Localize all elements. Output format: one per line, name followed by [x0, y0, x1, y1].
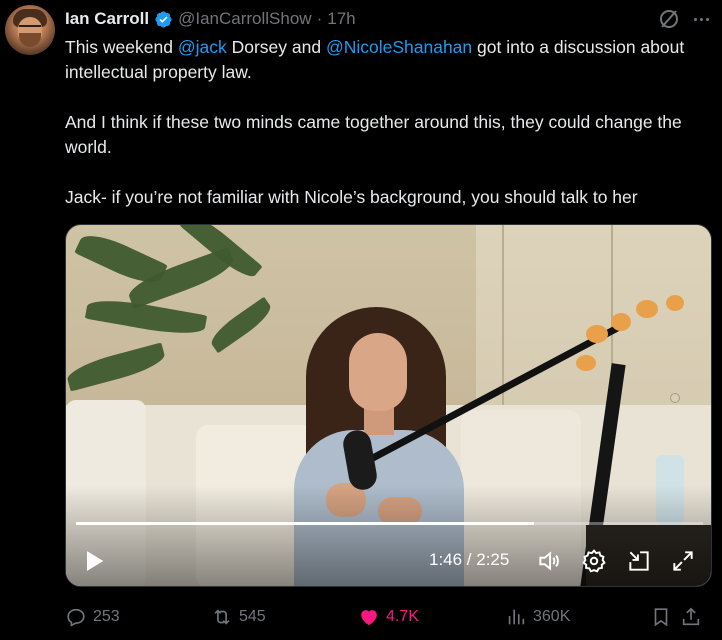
mention-link[interactable]: @NicoleShanahan	[326, 37, 472, 57]
verified-badge-icon[interactable]	[154, 10, 173, 29]
author-name[interactable]: Ian Carroll	[65, 9, 149, 29]
like-icon	[361, 610, 377, 626]
play-icon[interactable]	[80, 547, 108, 575]
mention-link[interactable]: @jack	[178, 37, 227, 57]
video-progress-fill	[76, 522, 534, 525]
more-icon[interactable]	[689, 8, 713, 30]
views-count: 360K	[533, 608, 571, 625]
grok-icon[interactable]	[657, 7, 681, 31]
fullscreen-icon[interactable]	[670, 548, 696, 574]
repost-button[interactable]: 545	[211, 603, 266, 631]
share-button[interactable]	[680, 603, 702, 631]
tweet-header: Ian Carroll @IanCarrollShow · 17h	[65, 8, 356, 30]
separator-dot: ·	[316, 9, 323, 28]
settings-icon[interactable]	[581, 548, 607, 574]
video-timecode: 1:46 / 2:25	[429, 550, 510, 569]
avatar[interactable]	[5, 5, 55, 55]
views-button[interactable]: 360K	[505, 603, 570, 631]
tweet: Ian Carroll @IanCarrollShow · 17h This w…	[0, 0, 722, 640]
minimize-icon[interactable]	[626, 548, 652, 574]
author-handle[interactable]: @IanCarrollShow	[178, 9, 311, 29]
video-progress-bar[interactable]	[76, 522, 703, 525]
views-icon	[508, 609, 525, 625]
video-player[interactable]: 1:46 / 2:25	[65, 224, 712, 587]
action-bar: 253 545 4.7K 360K	[65, 603, 712, 631]
tweet-paragraph: Jack- if you’re not familiar with Nicole…	[65, 187, 638, 207]
tweet-paragraph: And I think if these two minds came toge…	[65, 112, 682, 157]
timestamp[interactable]: 17h	[327, 9, 355, 29]
repost-count: 545	[239, 608, 266, 625]
tweet-text: This weekend @jack Dorsey and @NicoleSha…	[65, 35, 715, 210]
tweet-paragraph: This weekend @jack Dorsey and @NicoleSha…	[65, 37, 685, 82]
bookmark-icon	[654, 608, 668, 627]
like-button[interactable]: 4.7K	[358, 603, 419, 631]
volume-icon[interactable]	[536, 548, 562, 574]
bookmark-button[interactable]	[650, 603, 672, 631]
like-count: 4.7K	[386, 608, 419, 625]
repost-icon	[214, 609, 230, 625]
reply-count: 253	[93, 608, 120, 625]
share-icon	[682, 607, 700, 626]
reply-button[interactable]: 253	[65, 603, 120, 631]
reply-icon	[67, 608, 85, 627]
